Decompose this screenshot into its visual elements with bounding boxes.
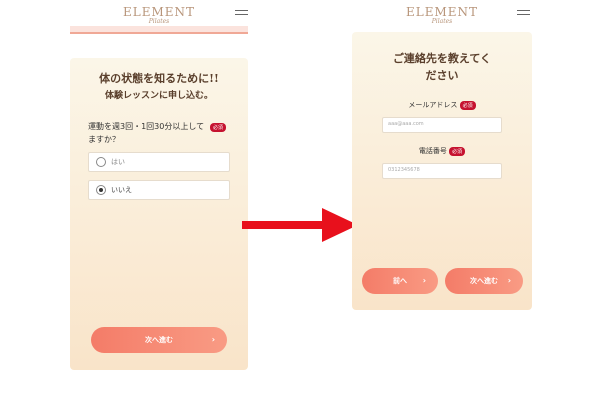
hamburger-menu-icon[interactable]: [517, 10, 530, 18]
option-label: いいえ: [111, 186, 132, 194]
radio-selected-icon[interactable]: [96, 185, 106, 195]
phone-field[interactable]: 0312345678: [382, 163, 502, 179]
header-bar: ELEMENT Pilates: [352, 0, 532, 26]
brand-logo[interactable]: ELEMENT Pilates: [70, 6, 248, 25]
phone-screen-left: ELEMENT Pilates 体の状態を知るために!! 体験レッスンに申し込む…: [70, 0, 248, 370]
email-field[interactable]: aaa@aaa.com: [382, 117, 502, 133]
form-card: 体の状態を知るために!! 体験レッスンに申し込む。 運動を週3回・1回30分以上…: [70, 58, 248, 370]
form-card: ご連絡先を教えてく ださい メールアドレス 必須 aaa@aaa.com 電話番…: [352, 32, 532, 310]
option-no[interactable]: いいえ: [88, 180, 230, 200]
option-label: はい: [111, 158, 125, 166]
chevron-right-icon: ›: [211, 335, 215, 344]
next-button[interactable]: 次へ進む ›: [91, 327, 227, 353]
form-heading-line2: ださい: [425, 69, 459, 82]
form-heading: 体の状態を知るために!!: [99, 72, 219, 85]
right-arrow-icon: [242, 208, 358, 242]
chevron-right-icon: ›: [422, 276, 426, 285]
header-bar: ELEMENT Pilates: [70, 0, 248, 26]
required-badge: 必須: [449, 146, 466, 156]
option-yes[interactable]: はい: [88, 152, 230, 172]
required-badge: 必須: [459, 100, 476, 110]
required-badge: 必須: [210, 123, 227, 132]
chevron-right-icon: ›: [507, 276, 511, 285]
radio-icon[interactable]: [96, 157, 106, 167]
form-heading: ご連絡先を教えてく: [392, 52, 492, 65]
email-label: メールアドレス 必須: [352, 100, 532, 110]
back-button[interactable]: 前へ ›: [362, 268, 438, 294]
hamburger-menu-icon[interactable]: [235, 10, 248, 18]
question-text: 運動を週3回・1回30分以上してますか？: [88, 122, 205, 144]
form-subheading: 体験レッスンに申し込む。: [104, 91, 213, 101]
next-button[interactable]: 次へ進む ›: [445, 268, 523, 294]
phone-screen-right: ELEMENT Pilates ご連絡先を教えてく ださい メールアドレス 必須…: [352, 0, 532, 310]
brand-logo[interactable]: ELEMENT Pilates: [352, 6, 532, 25]
phone-label: 電話番号 必須: [352, 146, 532, 156]
